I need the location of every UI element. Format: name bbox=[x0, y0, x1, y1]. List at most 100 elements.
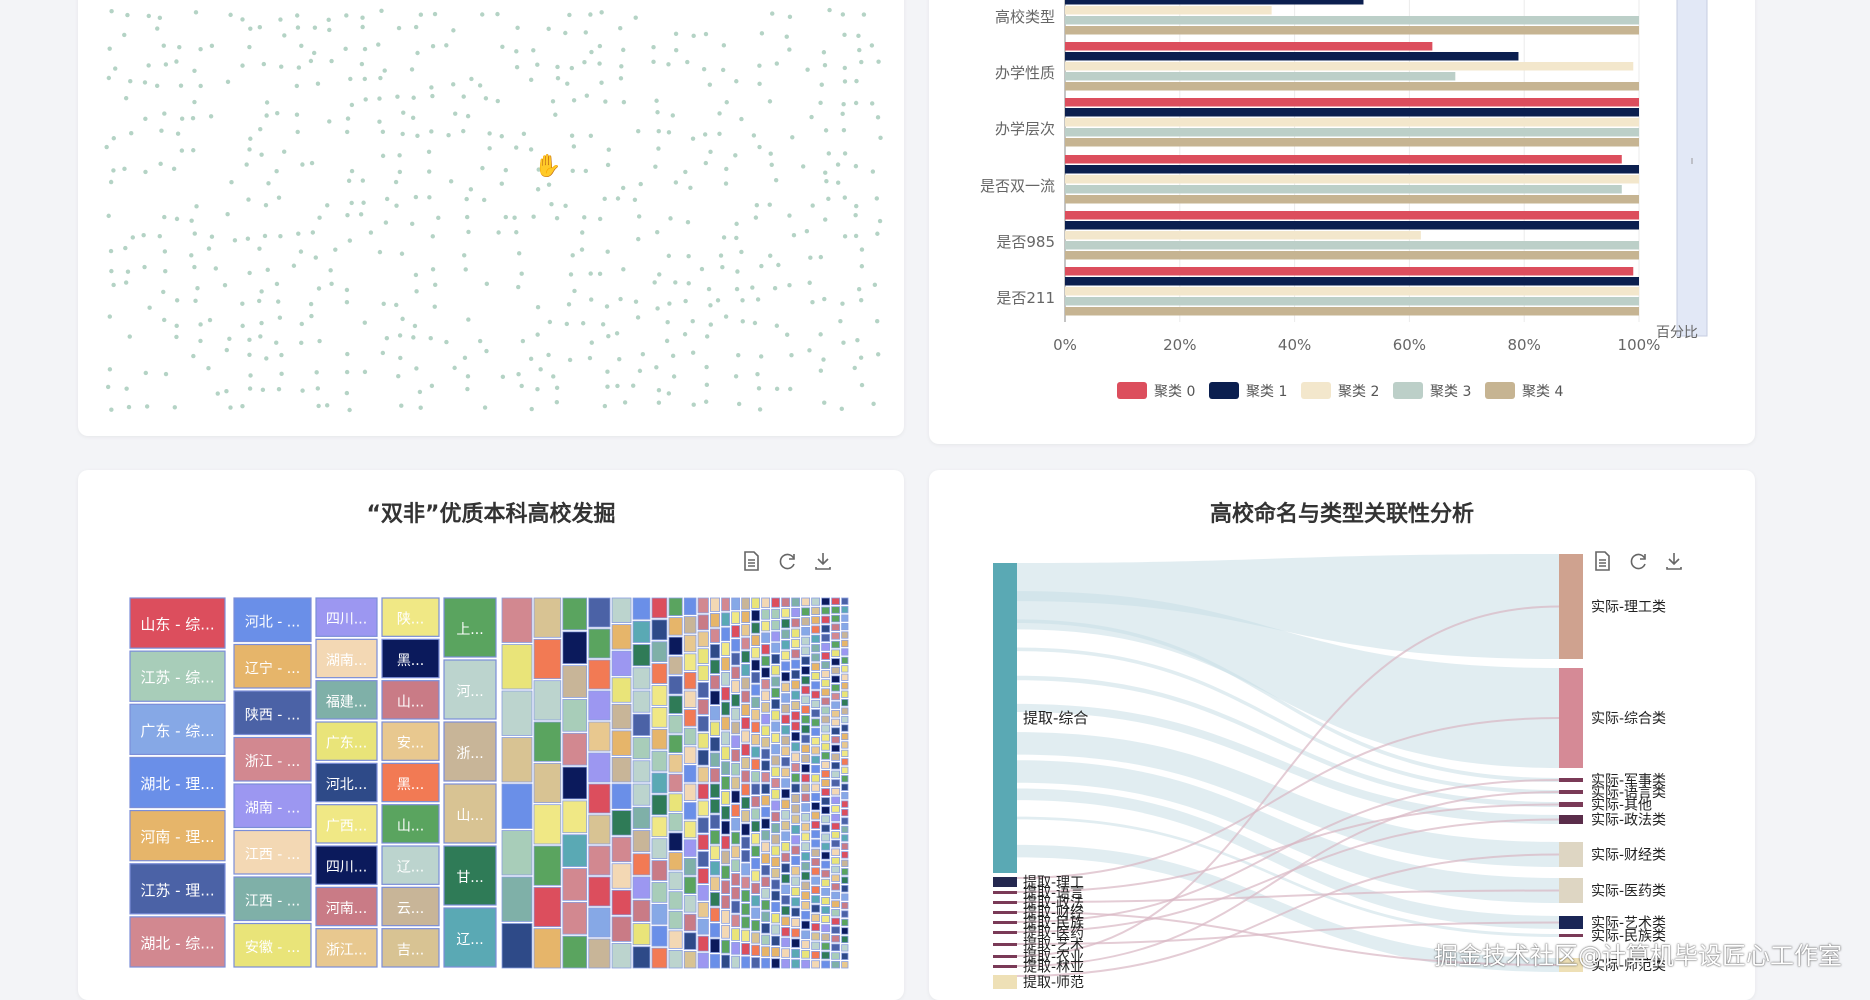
treemap-node[interactable] bbox=[821, 733, 831, 742]
treemap-node[interactable] bbox=[821, 597, 831, 606]
treemap-node[interactable] bbox=[791, 773, 801, 783]
treemap-node[interactable] bbox=[761, 690, 771, 702]
treemap-node[interactable] bbox=[781, 895, 791, 905]
treemap-node[interactable] bbox=[731, 721, 741, 735]
treemap-node[interactable] bbox=[831, 692, 841, 701]
treemap-node[interactable] bbox=[791, 824, 801, 835]
treemap-node[interactable] bbox=[771, 845, 781, 856]
treemap-node[interactable] bbox=[811, 764, 821, 774]
treemap-node[interactable] bbox=[841, 606, 849, 614]
treemap-node[interactable] bbox=[761, 632, 771, 643]
treemap-node[interactable] bbox=[781, 661, 791, 671]
treemap-node[interactable] bbox=[771, 789, 781, 800]
treemap-node[interactable] bbox=[741, 929, 751, 942]
treemap-node[interactable] bbox=[697, 766, 709, 783]
treemap-node[interactable] bbox=[801, 666, 811, 675]
treemap-node[interactable] bbox=[781, 767, 791, 778]
treemap-node[interactable] bbox=[831, 848, 841, 856]
treemap-node[interactable] bbox=[821, 924, 831, 933]
treemap-node[interactable] bbox=[811, 709, 821, 718]
datazoom-slider[interactable] bbox=[1676, 0, 1708, 337]
treemap-node[interactable] bbox=[731, 955, 741, 969]
treemap-node[interactable] bbox=[771, 755, 781, 766]
treemap-node[interactable] bbox=[821, 933, 831, 942]
treemap-node[interactable] bbox=[710, 628, 720, 643]
treemap-node[interactable] bbox=[751, 746, 761, 758]
treemap-node[interactable] bbox=[781, 810, 791, 820]
treemap-node[interactable] bbox=[721, 671, 731, 686]
treemap-node[interactable] bbox=[697, 901, 709, 918]
treemap-node[interactable] bbox=[710, 799, 720, 814]
sankey-node[interactable] bbox=[1559, 778, 1583, 782]
treemap-node[interactable] bbox=[683, 616, 697, 634]
treemap-node[interactable] bbox=[831, 943, 841, 952]
treemap-node[interactable] bbox=[697, 868, 709, 884]
treemap-node[interactable] bbox=[611, 650, 632, 677]
treemap-node[interactable] bbox=[588, 597, 611, 628]
treemap-node[interactable] bbox=[821, 815, 831, 824]
treemap-node[interactable] bbox=[588, 690, 611, 721]
treemap-node[interactable] bbox=[562, 699, 588, 732]
treemap-node[interactable] bbox=[751, 795, 761, 808]
treemap-node[interactable] bbox=[811, 662, 821, 671]
treemap-node[interactable] bbox=[710, 923, 720, 938]
treemap-node[interactable] bbox=[841, 648, 849, 656]
treemap-node[interactable] bbox=[668, 597, 683, 616]
treemap-node[interactable] bbox=[811, 634, 821, 643]
treemap-node[interactable] bbox=[683, 690, 697, 709]
treemap-node[interactable] bbox=[751, 634, 761, 646]
treemap-node[interactable] bbox=[801, 891, 811, 900]
treemap-node[interactable] bbox=[791, 907, 801, 917]
treemap-node[interactable] bbox=[751, 957, 761, 969]
treemap-node[interactable] bbox=[761, 678, 771, 690]
treemap-node[interactable] bbox=[741, 783, 751, 796]
treemap-node[interactable] bbox=[781, 831, 791, 841]
sankey-node[interactable] bbox=[993, 877, 1017, 887]
treemap-node[interactable] bbox=[731, 928, 741, 941]
treemap-node[interactable] bbox=[781, 788, 791, 799]
treemap-node[interactable] bbox=[821, 833, 831, 842]
treemap-node[interactable] bbox=[710, 721, 720, 736]
treemap-node[interactable] bbox=[761, 957, 771, 969]
treemap-node[interactable] bbox=[751, 833, 761, 845]
treemap-node[interactable] bbox=[841, 673, 849, 681]
treemap-node[interactable] bbox=[651, 597, 668, 619]
treemap-node[interactable] bbox=[751, 597, 761, 609]
treemap-node[interactable] bbox=[761, 876, 771, 888]
treemap-node[interactable] bbox=[761, 888, 771, 899]
treemap-node[interactable] bbox=[668, 832, 683, 851]
treemap-node[interactable] bbox=[697, 614, 709, 631]
treemap-node[interactable] bbox=[791, 866, 801, 876]
treemap-node[interactable] bbox=[801, 675, 811, 685]
treemap-node[interactable] bbox=[731, 886, 741, 900]
treemap-node[interactable] bbox=[501, 597, 533, 643]
treemap-node[interactable] bbox=[710, 814, 720, 829]
treemap-node[interactable] bbox=[791, 793, 801, 804]
treemap-node[interactable] bbox=[741, 850, 751, 863]
treemap-node[interactable] bbox=[697, 597, 709, 614]
treemap-node[interactable] bbox=[791, 638, 801, 649]
treemap-node[interactable] bbox=[781, 863, 791, 873]
treemap-node[interactable] bbox=[611, 597, 632, 623]
treemap-node[interactable] bbox=[821, 715, 831, 724]
treemap-node[interactable] bbox=[811, 644, 821, 653]
treemap-node[interactable] bbox=[501, 923, 533, 969]
treemap-node[interactable] bbox=[697, 648, 709, 665]
treemap-node[interactable] bbox=[771, 958, 781, 969]
treemap-node[interactable] bbox=[771, 913, 781, 924]
treemap-node[interactable] bbox=[841, 732, 849, 741]
treemap-node[interactable] bbox=[811, 932, 821, 941]
treemap-node[interactable] bbox=[668, 695, 683, 714]
treemap-node[interactable] bbox=[731, 749, 741, 762]
treemap-node[interactable] bbox=[811, 718, 821, 727]
treemap-node[interactable] bbox=[697, 952, 709, 969]
treemap-node[interactable] bbox=[781, 618, 791, 629]
treemap-node[interactable] bbox=[741, 943, 751, 956]
treemap-node[interactable] bbox=[533, 762, 562, 804]
treemap-node[interactable] bbox=[741, 690, 751, 703]
treemap-node[interactable] bbox=[741, 916, 751, 929]
treemap-node[interactable] bbox=[781, 650, 791, 661]
treemap-node[interactable] bbox=[731, 831, 741, 845]
treemap-node[interactable] bbox=[831, 614, 841, 623]
treemap-node[interactable] bbox=[781, 884, 791, 895]
